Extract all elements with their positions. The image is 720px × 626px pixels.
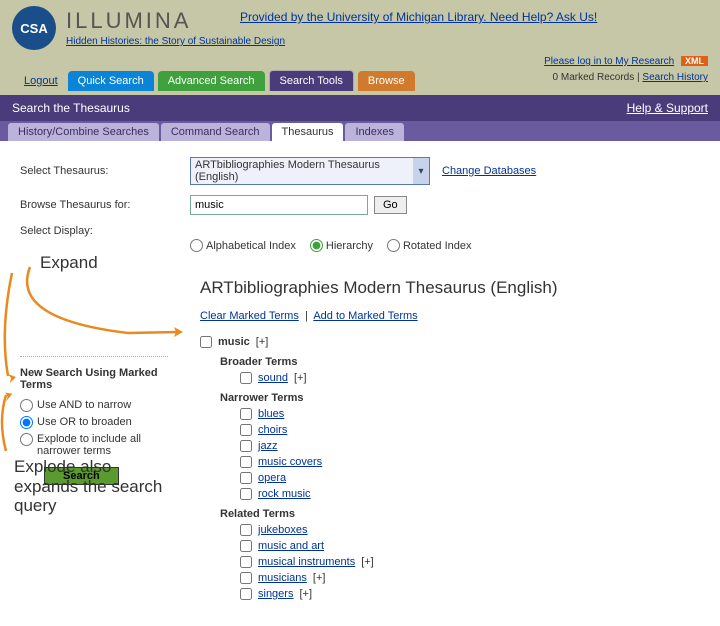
thesaurus-select[interactable]: ARTbibliographies Modern Thesaurus (Engl… [190, 157, 430, 185]
tagline-link[interactable]: Hidden Histories: the Story of Sustainab… [66, 36, 285, 47]
section-related: Related Terms [220, 508, 700, 520]
radio-hierarchy[interactable]: Hierarchy [310, 239, 373, 252]
login-link[interactable]: Please log in to My Research [544, 56, 674, 67]
term-link[interactable]: rock music [258, 488, 311, 500]
inner-tab-thesaurus[interactable]: Thesaurus [272, 123, 344, 141]
term-link[interactable]: opera [258, 472, 286, 484]
term-checkbox[interactable] [240, 472, 252, 484]
expand-icon[interactable]: [+] [299, 588, 312, 600]
term-checkbox[interactable] [240, 372, 252, 384]
clear-marked-link[interactable]: Clear Marked Terms [200, 310, 299, 322]
tab-browse[interactable]: Browse [358, 71, 415, 91]
section-narrower: Narrower Terms [220, 392, 700, 404]
radio-alpha[interactable]: Alphabetical Index [190, 239, 296, 252]
term-row: musicians [+] [240, 570, 700, 586]
term-row: blues [240, 406, 700, 422]
term-checkbox[interactable] [240, 588, 252, 600]
inner-tab-command[interactable]: Command Search [161, 123, 270, 141]
term-link[interactable]: music covers [258, 456, 322, 468]
radio-hierarchy-label: Hierarchy [326, 240, 373, 252]
xml-badge[interactable]: XML [681, 56, 708, 66]
expand-icon[interactable]: [+] [361, 556, 374, 568]
term-row: music covers [240, 454, 700, 470]
term-checkbox[interactable] [240, 440, 252, 452]
expand-icon[interactable]: [+] [294, 372, 307, 384]
term-root: music [218, 336, 250, 348]
tab-advanced-search[interactable]: Advanced Search [158, 71, 265, 91]
radio-or-label: Use OR to broaden [37, 416, 132, 428]
section-title: Search the Thesaurus [12, 101, 130, 115]
header: CSA ILLUMINA Hidden Histories: the Story… [0, 0, 720, 95]
add-marked-link[interactable]: Add to Marked Terms [313, 310, 417, 322]
sidebar-heading: New Search Using Marked Terms [20, 367, 168, 391]
tab-search-tools[interactable]: Search Tools [269, 70, 354, 91]
term-checkbox[interactable] [240, 408, 252, 420]
radio-or[interactable]: Use OR to broaden [20, 416, 168, 429]
term-link[interactable]: choirs [258, 424, 287, 436]
results-main: ARTbibliographies Modern Thesaurus (Engl… [180, 278, 700, 602]
tab-quick-search[interactable]: Quick Search [68, 71, 154, 91]
expand-icon[interactable]: [+] [256, 336, 269, 348]
select-display-label: Select Display: [20, 225, 190, 237]
term-checkbox[interactable] [240, 556, 252, 568]
term-checkbox[interactable] [240, 488, 252, 500]
results-heading: ARTbibliographies Modern Thesaurus (Engl… [200, 278, 700, 298]
annotation-expand: Expand [40, 253, 98, 273]
radio-rotated[interactable]: Rotated Index [387, 239, 472, 252]
sidebar: New Search Using Marked Terms Use AND to… [20, 278, 180, 602]
term-row: jazz [240, 438, 700, 454]
search-history-link[interactable]: Search History [642, 72, 708, 83]
csa-logo: CSA [12, 6, 56, 50]
go-button[interactable]: Go [374, 196, 407, 214]
inner-tab-bar: History/Combine Searches Command Search … [0, 121, 720, 141]
term-link[interactable]: jukeboxes [258, 524, 308, 536]
logout-link[interactable]: Logout [24, 75, 58, 87]
section-bar: Search the Thesaurus Help & Support [0, 95, 720, 121]
thesaurus-select-value: ARTbibliographies Modern Thesaurus (Engl… [195, 159, 380, 183]
term-list: music [+] Broader Terms sound [+] Narrow… [200, 334, 700, 602]
section-broader: Broader Terms [220, 356, 700, 368]
term-row: choirs [240, 422, 700, 438]
select-thesaurus-label: Select Thesaurus: [20, 165, 190, 177]
term-row: musical instruments [+] [240, 554, 700, 570]
term-link[interactable]: singers [258, 588, 293, 600]
term-checkbox[interactable] [240, 540, 252, 552]
provided-by-link[interactable]: Provided by the University of Michigan L… [240, 10, 597, 24]
chevron-down-icon: ▾ [413, 158, 429, 184]
term-checkbox[interactable] [240, 572, 252, 584]
marked-records-count: 0 Marked Records [553, 72, 635, 83]
term-checkbox[interactable] [200, 336, 212, 348]
browse-for-label: Browse Thesaurus for: [20, 199, 190, 211]
term-checkbox[interactable] [240, 456, 252, 468]
radio-rotated-label: Rotated Index [403, 240, 472, 252]
term-checkbox[interactable] [240, 524, 252, 536]
content: Select Thesaurus: ARTbibliographies Mode… [0, 141, 720, 626]
term-row: opera [240, 470, 700, 486]
term-link[interactable]: musicians [258, 572, 307, 584]
term-link[interactable]: musical instruments [258, 556, 355, 568]
search-button[interactable]: Search [44, 467, 119, 485]
browse-input[interactable] [190, 195, 368, 215]
term-row: sound [+] [240, 370, 700, 386]
term-link[interactable]: jazz [258, 440, 278, 452]
inner-tab-history[interactable]: History/Combine Searches [8, 123, 159, 141]
radio-and-label: Use AND to narrow [37, 399, 131, 411]
term-row: jukeboxes [240, 522, 700, 538]
radio-and[interactable]: Use AND to narrow [20, 399, 168, 412]
display-mode-radio-group: Alphabetical Index Hierarchy Rotated Ind… [190, 239, 700, 252]
radio-explode[interactable]: Explode to include all narrower terms [20, 433, 168, 457]
term-row: music and art [240, 538, 700, 554]
term-link[interactable]: blues [258, 408, 284, 420]
term-row: singers [+] [240, 586, 700, 602]
help-link[interactable]: Help & Support [627, 101, 708, 115]
term-link[interactable]: music and art [258, 540, 324, 552]
term-checkbox[interactable] [240, 424, 252, 436]
expand-icon[interactable]: [+] [313, 572, 326, 584]
term-row: rock music [240, 486, 700, 502]
radio-explode-label: Explode to include all narrower terms [37, 433, 168, 457]
radio-alpha-label: Alphabetical Index [206, 240, 296, 252]
change-databases-link[interactable]: Change Databases [442, 165, 536, 177]
term-link[interactable]: sound [258, 372, 288, 384]
inner-tab-indexes[interactable]: Indexes [345, 123, 404, 141]
